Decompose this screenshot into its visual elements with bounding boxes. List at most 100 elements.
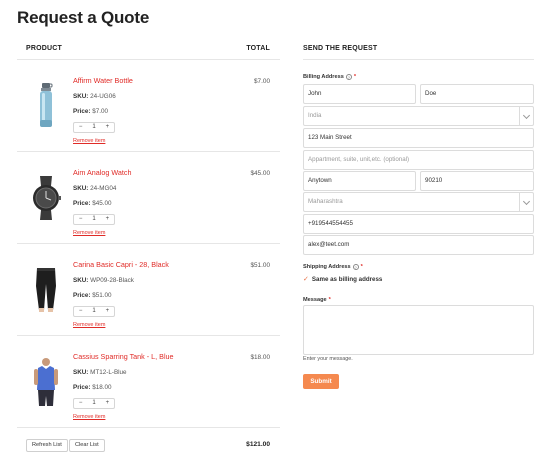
- last-name-field[interactable]: Doe: [420, 84, 534, 104]
- chevron-down-icon: [519, 193, 533, 211]
- table-header: PRODUCT TOTAL: [17, 44, 280, 60]
- increment-button[interactable]: +: [101, 399, 114, 408]
- sku-line: SKU: MT12-L-Blue: [73, 368, 243, 377]
- quote-request-form: SEND THE REQUEST Billing Address ? * Joh…: [303, 44, 534, 464]
- sku-value: 24-MG04: [90, 185, 117, 192]
- product-image-analog-watch[interactable]: [27, 172, 65, 224]
- price-label: Price:: [73, 292, 91, 299]
- sku-line: SKU: 24-UG06: [73, 92, 243, 101]
- sku-value: 24-UG06: [90, 93, 116, 100]
- clear-list-button[interactable]: Clear List: [69, 439, 105, 452]
- same-as-billing-checkbox[interactable]: ✓ Same as billing address: [303, 275, 383, 284]
- decrement-button[interactable]: −: [74, 399, 87, 408]
- price-line: Price: $7.00: [73, 107, 243, 116]
- billing-address-label: Billing Address ? *: [303, 73, 356, 81]
- chevron-down-icon: [519, 107, 533, 125]
- price-label: Price:: [73, 200, 91, 207]
- country-select[interactable]: India: [303, 106, 534, 126]
- product-name-link[interactable]: Aim Analog Watch: [73, 168, 243, 178]
- item-total: $18.00: [250, 354, 270, 361]
- quantity-input[interactable]: 1: [87, 215, 100, 224]
- product-image-water-bottle[interactable]: [27, 80, 65, 132]
- item-total: $51.00: [250, 262, 270, 269]
- state-value: Maharashtra: [308, 198, 343, 205]
- phone-field[interactable]: +919544554455: [303, 214, 534, 234]
- increment-button[interactable]: +: [101, 123, 114, 132]
- column-product: PRODUCT: [26, 45, 63, 52]
- country-value: India: [308, 112, 322, 119]
- price-line: Price: $45.00: [73, 199, 243, 208]
- same-as-billing-text: Same as billing address: [311, 275, 383, 283]
- message-textarea[interactable]: [303, 305, 534, 355]
- sku-value: WP09-28-Black: [90, 277, 134, 284]
- billing-address-text: Billing Address: [303, 74, 344, 80]
- product-image-blue-tank[interactable]: [27, 356, 65, 408]
- apartment-field[interactable]: Appartment, suite, unit,etc. (optional): [303, 150, 534, 170]
- postcode-field[interactable]: 90210: [420, 171, 534, 191]
- sku-label: SKU:: [73, 277, 89, 284]
- message-label-text: Message: [303, 297, 327, 303]
- submit-button[interactable]: Submit: [303, 374, 339, 389]
- product-name-link[interactable]: Cassius Sparring Tank - L, Blue: [73, 352, 243, 362]
- street-address-field[interactable]: 123 Main Street: [303, 128, 534, 148]
- table-row: Affirm Water Bottle SKU: 24-UG06 Price: …: [17, 60, 280, 152]
- sku-label: SKU:: [73, 369, 89, 376]
- table-row: Cassius Sparring Tank - L, Blue SKU: MT1…: [17, 336, 280, 428]
- item-total: $45.00: [250, 170, 270, 177]
- required-mark: *: [328, 297, 331, 303]
- refresh-list-button[interactable]: Refresh List: [26, 439, 68, 452]
- sku-label: SKU:: [73, 93, 89, 100]
- decrement-button[interactable]: −: [74, 215, 87, 224]
- state-select[interactable]: Maharashtra: [303, 192, 534, 212]
- table-row: Carina Basic Capri - 28, Black SKU: WP09…: [17, 244, 280, 336]
- price-value: $7.00: [92, 108, 109, 115]
- product-image-black-capri[interactable]: [27, 264, 65, 316]
- sku-value: MT12-L-Blue: [90, 369, 127, 376]
- quantity-stepper: − 1 +: [73, 214, 115, 225]
- check-icon: ✓: [303, 276, 309, 283]
- price-label: Price:: [73, 108, 91, 115]
- increment-button[interactable]: +: [101, 307, 114, 316]
- help-icon[interactable]: ?: [345, 74, 352, 80]
- price-label: Price:: [73, 384, 91, 391]
- first-name-field[interactable]: John: [303, 84, 416, 104]
- item-total: $7.00: [254, 78, 270, 85]
- remove-item-link[interactable]: Remove item: [73, 230, 243, 236]
- shipping-address-text: Shipping Address: [303, 264, 351, 270]
- product-name-link[interactable]: Carina Basic Capri - 28, Black: [73, 260, 243, 270]
- table-footer: Refresh List Clear List $121.00: [17, 428, 280, 460]
- message-hint: Enter your message.: [303, 356, 353, 362]
- sku-label: SKU:: [73, 185, 89, 192]
- price-value: $18.00: [92, 384, 112, 391]
- price-line: Price: $18.00: [73, 383, 243, 392]
- required-mark: *: [353, 74, 357, 80]
- price-value: $51.00: [92, 292, 112, 299]
- quantity-input[interactable]: 1: [87, 399, 100, 408]
- message-label: Message *: [303, 296, 331, 304]
- required-mark: *: [360, 264, 363, 270]
- city-field[interactable]: Anytown: [303, 171, 416, 191]
- grand-total: $121.00: [246, 441, 270, 448]
- form-heading: SEND THE REQUEST: [303, 44, 534, 60]
- price-line: Price: $51.00: [73, 291, 243, 300]
- page-title: Request a Quote: [17, 8, 150, 27]
- quantity-stepper: − 1 +: [73, 398, 115, 409]
- table-row: Aim Analog Watch SKU: 24-MG04 Price: $45…: [17, 152, 280, 244]
- remove-item-link[interactable]: Remove item: [73, 138, 243, 144]
- decrement-button[interactable]: −: [74, 123, 87, 132]
- quantity-input[interactable]: 1: [87, 123, 100, 132]
- increment-button[interactable]: +: [101, 215, 114, 224]
- quantity-stepper: − 1 +: [73, 306, 115, 317]
- product-name-link[interactable]: Affirm Water Bottle: [73, 76, 243, 86]
- email-field[interactable]: alex@teet.com: [303, 235, 534, 255]
- remove-item-link[interactable]: Remove item: [73, 414, 243, 420]
- decrement-button[interactable]: −: [74, 307, 87, 316]
- quantity-input[interactable]: 1: [87, 307, 100, 316]
- remove-item-link[interactable]: Remove item: [73, 322, 243, 328]
- sku-line: SKU: WP09-28-Black: [73, 276, 243, 285]
- column-total: TOTAL: [246, 45, 270, 52]
- sku-line: SKU: 24-MG04: [73, 184, 243, 193]
- help-icon[interactable]: ?: [352, 264, 359, 270]
- shipping-address-label: Shipping Address ? *: [303, 263, 363, 271]
- price-value: $45.00: [92, 200, 112, 207]
